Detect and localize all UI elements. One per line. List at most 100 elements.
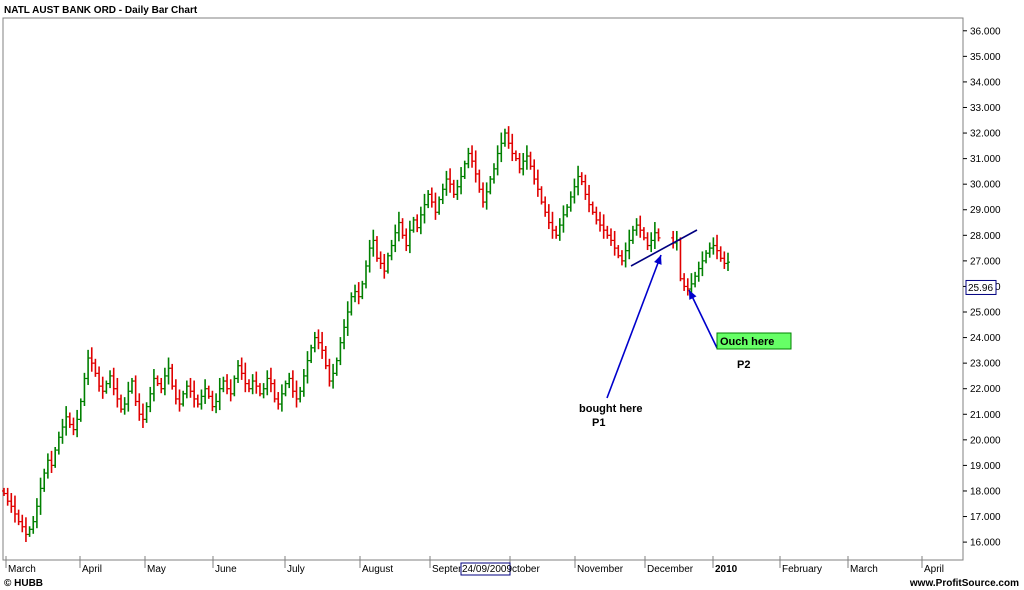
price-bar	[535, 169, 540, 197]
price-bar	[342, 319, 347, 350]
y-tick-label: 33.000	[970, 103, 1001, 114]
y-tick-label: 27.000	[970, 256, 1001, 267]
price-bar	[217, 377, 222, 411]
price-bar	[272, 379, 277, 403]
price-bar	[64, 406, 69, 436]
price-bar	[671, 230, 676, 249]
price-bar	[711, 237, 716, 255]
price-bar	[353, 284, 358, 303]
price-bar	[404, 228, 409, 252]
price-bar	[93, 358, 98, 377]
price-bar	[323, 346, 328, 370]
price-bar	[170, 363, 175, 390]
price-bar	[206, 385, 211, 399]
price-bar	[484, 182, 489, 210]
price-bar	[20, 514, 25, 533]
price-bar	[700, 251, 705, 277]
price-bar	[199, 389, 204, 410]
price-bar	[232, 375, 237, 397]
price-bar	[594, 206, 599, 225]
price-bar	[78, 398, 83, 422]
price-bar	[678, 237, 683, 282]
price-bar	[53, 446, 58, 468]
price-bar	[356, 282, 361, 305]
x-month-label: May	[147, 564, 166, 575]
price-bar	[316, 329, 321, 350]
price-bar	[693, 271, 698, 288]
price-bar	[86, 349, 91, 386]
price-bar	[12, 495, 17, 523]
price-bar	[532, 159, 537, 185]
price-bar	[246, 379, 251, 393]
x-month-label: 2010	[715, 564, 738, 575]
y-tick-label: 21.000	[970, 410, 1001, 421]
annotation-p2: P2	[737, 359, 750, 371]
price-bar	[27, 526, 32, 537]
price-bar	[601, 214, 606, 239]
price-bar	[276, 392, 281, 410]
price-bar	[188, 377, 193, 398]
price-bar	[89, 347, 94, 372]
price-bar	[283, 380, 288, 397]
price-bar	[129, 377, 134, 394]
price-bar	[301, 369, 306, 397]
price-bar	[451, 179, 456, 198]
annotation-ouch-here: Ouch here	[720, 336, 774, 348]
price-bar	[641, 227, 646, 241]
price-bar	[100, 376, 105, 399]
price-bar	[320, 331, 325, 359]
price-bar	[506, 126, 511, 149]
price-bar	[177, 389, 182, 412]
price-bar	[481, 182, 486, 208]
price-bar	[221, 376, 226, 393]
price-bar	[159, 377, 164, 394]
price-bar	[71, 417, 76, 436]
price-bar	[623, 242, 628, 268]
price-bar	[294, 380, 299, 408]
y-tick-label: 31.000	[970, 154, 1001, 165]
price-bar	[265, 370, 270, 396]
price-bar	[42, 468, 47, 492]
y-tick-label: 25.000	[970, 308, 1001, 319]
y-tick-label: 35.000	[970, 52, 1001, 63]
price-bar	[444, 170, 449, 196]
price-bar	[619, 250, 624, 266]
x-month-label: March	[8, 564, 36, 575]
y-tick-label: 36.000	[970, 26, 1001, 37]
price-bar	[367, 239, 372, 273]
price-bar	[495, 145, 500, 176]
x-month-label: June	[215, 564, 237, 575]
price-box-label: 25.96	[968, 283, 993, 294]
price-bar	[155, 375, 160, 387]
price-bar	[349, 292, 354, 316]
date-box-label: 24/09/2009	[462, 564, 512, 575]
price-bar	[126, 381, 131, 412]
price-bar	[254, 371, 259, 394]
price-bar	[418, 206, 423, 235]
price-bar	[334, 357, 339, 376]
chart-title: NATL AUST BANK ORD - Daily Bar Chart	[4, 5, 198, 16]
price-bar	[360, 280, 365, 300]
price-bar	[181, 390, 186, 407]
price-bar	[565, 204, 570, 218]
x-month-label: April	[924, 564, 944, 575]
price-bar	[459, 167, 464, 195]
price-bar	[627, 229, 632, 260]
price-bar	[250, 374, 255, 395]
price-bar	[707, 242, 712, 258]
price-bar	[23, 517, 28, 543]
price-bar	[554, 225, 559, 239]
footer-copyright: © HUBB	[4, 578, 43, 589]
price-bar	[704, 250, 709, 264]
price-bar	[576, 165, 581, 196]
price-bar	[524, 145, 529, 170]
price-bar	[243, 362, 248, 393]
price-bar	[192, 380, 197, 408]
price-bar	[31, 516, 36, 534]
price-bar	[715, 234, 720, 260]
price-bar	[590, 201, 595, 215]
price-bar	[184, 380, 189, 399]
y-tick-label: 32.000	[970, 129, 1001, 140]
price-bar	[82, 372, 87, 406]
price-bar	[305, 351, 310, 384]
